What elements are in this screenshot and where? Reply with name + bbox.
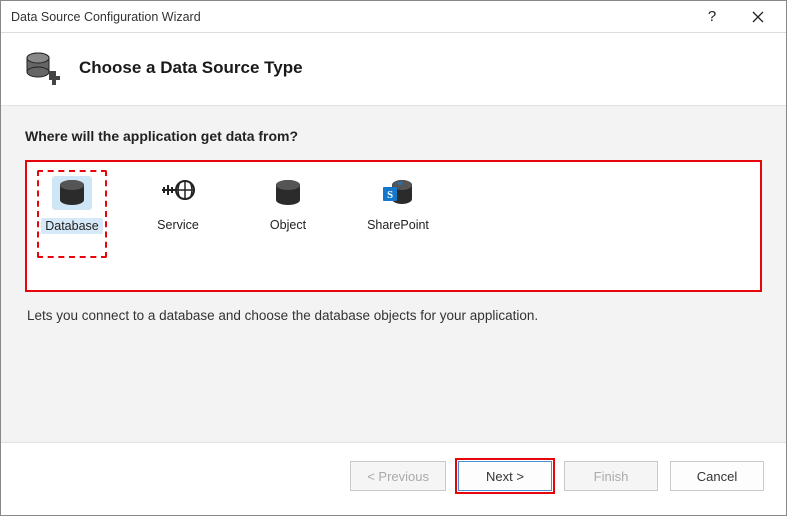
option-label: Object	[270, 218, 306, 232]
option-label: Service	[157, 218, 199, 232]
finish-button: Finish	[564, 461, 658, 491]
close-icon	[752, 11, 764, 23]
option-object[interactable]: Object	[253, 176, 323, 254]
page-heading: Choose a Data Source Type	[79, 58, 303, 78]
option-description: Lets you connect to a database and choos…	[25, 292, 762, 323]
database-icon	[52, 176, 92, 210]
wizard-footer: < Previous Next > Finish Cancel	[1, 443, 786, 515]
content-area: Where will the application get data from…	[1, 105, 786, 443]
help-icon: ?	[708, 8, 716, 25]
datasource-options: Database Service	[25, 160, 762, 292]
option-sharepoint[interactable]: S SharePoint	[363, 176, 433, 254]
wizard-header: Choose a Data Source Type	[1, 33, 786, 105]
titlebar: Data Source Configuration Wizard ?	[1, 1, 786, 33]
datasource-header-icon	[23, 49, 61, 87]
previous-button: < Previous	[350, 461, 446, 491]
option-service[interactable]: Service	[143, 176, 213, 254]
option-database[interactable]: Database	[37, 170, 107, 258]
wizard-window: Data Source Configuration Wizard ? Choos…	[0, 0, 787, 516]
option-label: SharePoint	[367, 218, 429, 232]
window-title: Data Source Configuration Wizard	[11, 10, 698, 24]
next-button[interactable]: Next >	[458, 461, 552, 491]
service-icon	[158, 176, 198, 210]
prompt-text: Where will the application get data from…	[25, 128, 762, 144]
cancel-button[interactable]: Cancel	[670, 461, 764, 491]
window-controls: ?	[698, 3, 778, 31]
sharepoint-icon: S	[378, 176, 418, 210]
option-label: Database	[41, 218, 103, 234]
svg-text:S: S	[387, 189, 393, 201]
object-icon	[268, 176, 308, 210]
help-button[interactable]: ?	[698, 3, 726, 31]
close-button[interactable]	[744, 3, 772, 31]
